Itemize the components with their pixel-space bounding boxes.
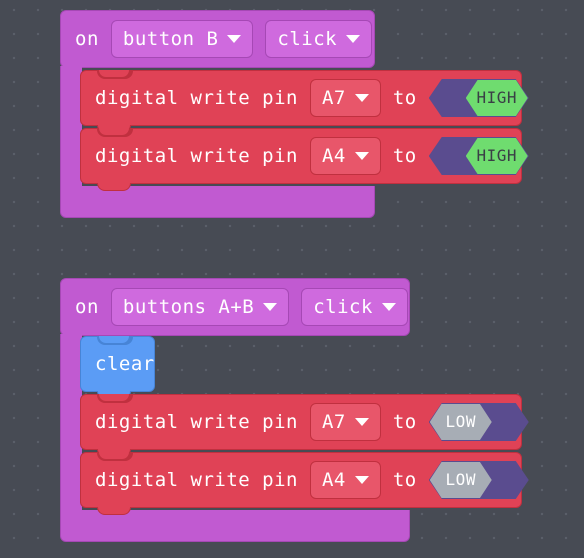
digital-write-pin-label: digital write pin [95,144,298,167]
to-label: to [392,144,417,167]
pin-value: A7 [321,410,346,433]
clear-label: clear [95,352,155,375]
to-label: to [392,468,417,491]
event-source-dropdown[interactable]: buttons A+B [110,288,290,326]
pin-dropdown[interactable]: A4 [309,461,381,499]
chevron-down-icon [354,152,369,160]
event-block-left-spine [60,334,82,510]
event-type-dropdown[interactable]: click [265,20,373,58]
pin-value: A4 [321,144,346,167]
digital-value-toggle[interactable]: HIGH [428,137,529,175]
event-block-header: on button B click [61,11,376,67]
event-source-value: button B [122,27,219,50]
chevron-down-icon [263,303,278,311]
toggle-value: LOW [445,412,476,431]
toggle-value: LOW [445,470,476,489]
pin-dropdown[interactable]: A4 [309,137,381,175]
block-bottom-notch [97,507,131,515]
block-digital-write-pin-a4-high[interactable]: digital write pin A4 to HIGH [80,128,529,191]
event-type-value: click [313,295,373,318]
chevron-down-icon [381,303,396,311]
digital-write-pin-label: digital write pin [95,468,298,491]
toggle-knob: LOW [429,404,492,440]
digital-value-toggle[interactable]: HIGH [428,79,529,117]
digital-value-toggle[interactable]: LOW [428,461,529,499]
digital-value-toggle[interactable]: LOW [428,403,529,441]
event-block-on-button-b-click[interactable]: on button B click [60,10,375,68]
block-digital-write-pin-a7-high[interactable]: digital write pin A7 to HIGH [80,70,529,133]
chevron-down-icon [227,35,242,43]
blocks-workspace-canvas[interactable]: on button B click digital write pin A7 t… [0,0,584,558]
block-bottom-notch [97,183,131,191]
to-label: to [392,410,417,433]
event-block-left-spine [60,66,82,186]
to-label: to [392,86,417,109]
toggle-knob: LOW [429,462,492,498]
chevron-down-icon [354,418,369,426]
pin-value: A4 [321,468,346,491]
toggle-value: HIGH [476,146,518,165]
block-clear[interactable]: clear [80,336,155,399]
on-label: on [75,295,99,318]
digital-write-pin-label: digital write pin [95,410,298,433]
chevron-down-icon [354,476,369,484]
chevron-down-icon [346,35,361,43]
toggle-knob: HIGH [465,138,528,174]
digital-write-pin-label: digital write pin [95,86,298,109]
pin-dropdown[interactable]: A7 [309,403,381,441]
pin-dropdown[interactable]: A7 [309,79,381,117]
event-source-dropdown[interactable]: button B [110,20,254,58]
event-type-value: click [277,27,338,50]
event-source-value: buttons A+B [122,295,255,318]
event-block-on-buttons-ab-click[interactable]: on buttons A+B click [60,278,410,336]
block-digital-write-pin-a4-low[interactable]: digital write pin A4 to LOW [80,452,529,515]
toggle-knob: HIGH [465,80,528,116]
event-type-dropdown[interactable]: click [301,288,408,326]
toggle-value: HIGH [476,88,518,107]
on-label: on [75,27,99,50]
event-block-header: on buttons A+B click [61,279,411,335]
chevron-down-icon [354,94,369,102]
block-digital-write-pin-a7-low[interactable]: digital write pin A7 to LOW [80,394,529,457]
pin-value: A7 [321,86,346,109]
